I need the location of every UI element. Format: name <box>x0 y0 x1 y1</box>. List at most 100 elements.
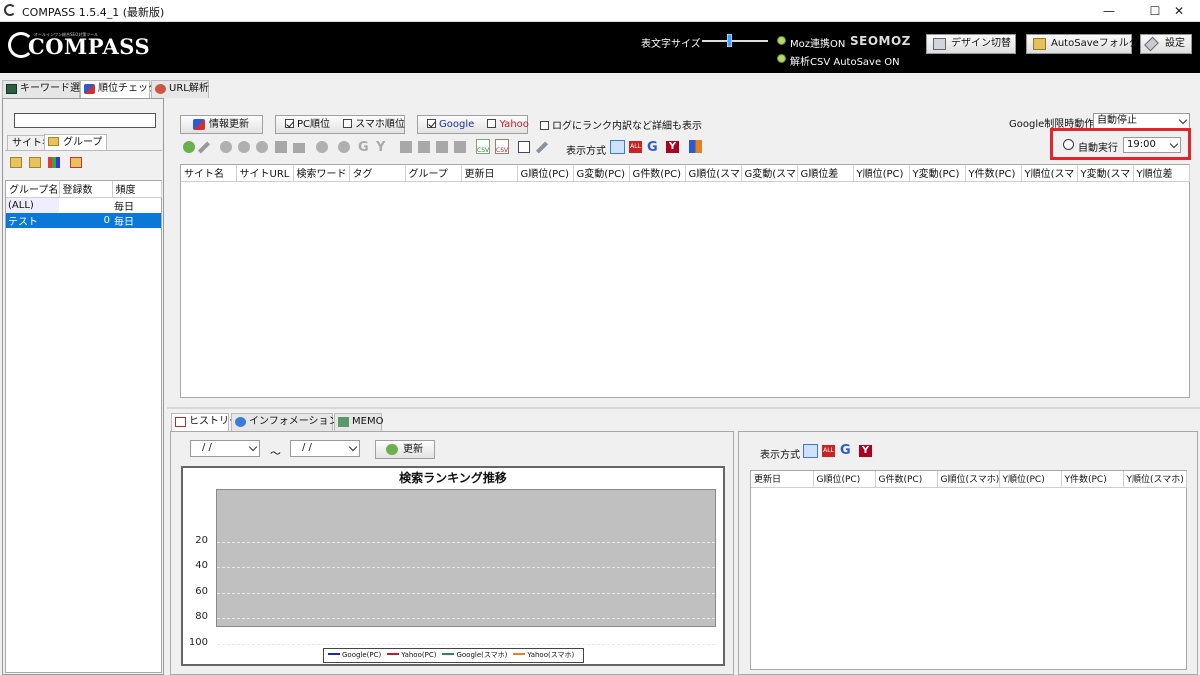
column-header[interactable]: G順位(PC) <box>517 165 574 182</box>
col-registered-count[interactable]: 登録数 <box>59 181 113 198</box>
font-size-slider[interactable] <box>702 40 768 42</box>
tab-group[interactable]: グループ <box>44 134 108 150</box>
column-header[interactable]: 更新日 <box>461 165 518 182</box>
google-limit-select[interactable]: 自動停止 <box>1093 113 1190 129</box>
tab-keyword-selection[interactable]: キーワード選定 <box>2 80 90 98</box>
column-header[interactable]: Y順位(PC) <box>853 165 910 182</box>
page-icon[interactable] <box>418 141 430 153</box>
col-group-name[interactable]: グループ名 <box>6 181 60 198</box>
column-header[interactable]: サイト名 <box>181 165 237 182</box>
google-checkbox[interactable]: Google <box>427 119 474 130</box>
tab-memo[interactable]: MEMO <box>334 413 383 431</box>
chart-icon[interactable] <box>518 141 530 153</box>
design-switch-button[interactable]: デザイン切替 <box>926 34 1016 54</box>
column-header[interactable]: 更新日 <box>751 471 814 488</box>
legend-item: Yahoo(PC) <box>387 651 436 659</box>
google-icon[interactable]: G <box>358 140 369 155</box>
sp-rank-checkbox[interactable]: スマホ順位 <box>343 119 405 130</box>
yahoo-checkbox[interactable]: Yahoo <box>487 119 529 130</box>
column-header[interactable]: G順位差 <box>797 165 854 182</box>
tab-rank-check[interactable]: 順位チェック <box>80 80 158 99</box>
close-button[interactable]: ✕ <box>1156 0 1200 22</box>
auto-run-time-select[interactable]: 19:00 <box>1123 137 1181 153</box>
column-header[interactable]: Y件数(PC) <box>1061 471 1124 488</box>
autosave-folder-button[interactable]: AutoSaveフォルダ <box>1026 34 1139 54</box>
tab-info-log[interactable]: インフォメーション/ログ <box>231 413 362 431</box>
column-header[interactable]: Y変動(PC) <box>909 165 966 182</box>
column-header[interactable]: G順位(PC) <box>813 471 876 488</box>
column-header[interactable]: グループ <box>405 165 462 182</box>
page-icon[interactable] <box>400 141 412 153</box>
date-to-picker[interactable]: / / <box>290 440 360 457</box>
logo-subtitle: オールインワン総合SEO対策ツール <box>34 32 99 37</box>
grid-icon[interactable] <box>275 141 287 153</box>
sort-icon[interactable] <box>689 140 702 153</box>
auto-run-label: 自動実行 <box>1078 143 1118 154</box>
circle-icon[interactable] <box>238 141 250 153</box>
column-header[interactable]: G変動(スマ <box>741 165 798 182</box>
circle-icon[interactable] <box>256 141 268 153</box>
circle-icon[interactable] <box>220 141 232 153</box>
tree-icon[interactable] <box>436 141 448 153</box>
date-range-separator: ～ <box>270 447 281 460</box>
col-frequency[interactable]: 頻度 <box>112 181 162 198</box>
csv-export-icon[interactable]: CSV <box>495 139 509 154</box>
edit-group-icon[interactable] <box>29 157 41 168</box>
pc-rank-checkbox[interactable]: PC順位 <box>285 119 330 130</box>
chart-title: 検索ランキング推移 <box>399 471 507 485</box>
chevron-down-icon <box>1178 115 1188 125</box>
add-group-icon[interactable] <box>10 157 22 168</box>
column-header[interactable]: G件数(PC) <box>629 165 686 182</box>
minimize-button[interactable]: — <box>1086 0 1132 22</box>
tab-url-analysis[interactable]: URL解析 <box>151 80 209 98</box>
tag-icon[interactable] <box>316 141 328 153</box>
add-icon[interactable] <box>183 141 195 153</box>
export-icon[interactable] <box>454 141 466 153</box>
column-header[interactable]: Y順位(PC) <box>999 471 1062 488</box>
site-search-input[interactable] <box>14 113 156 128</box>
display-mode-label-bottom: 表示方式 <box>760 450 800 461</box>
column-header[interactable]: Y順位(スマホ) <box>1123 471 1187 488</box>
csv-import-icon[interactable]: CSV <box>476 139 490 154</box>
column-header[interactable]: Y順位差 <box>1133 165 1190 182</box>
column-header[interactable]: G順位(スマ <box>685 165 742 182</box>
wrench-icon <box>1144 36 1159 52</box>
column-header[interactable]: サイトURL <box>236 165 294 182</box>
delete-group-icon[interactable] <box>70 157 82 168</box>
grid-line <box>217 592 715 594</box>
settings-button[interactable]: 設定 <box>1140 34 1192 54</box>
all-view-icon[interactable]: ALL <box>822 445 835 457</box>
column-header[interactable]: G順位(スマホ) <box>937 471 1000 488</box>
column-header[interactable]: 検索ワード <box>293 165 350 182</box>
chevron-down-icon <box>348 442 358 452</box>
column-header[interactable]: Y件数(PC) <box>965 165 1022 182</box>
all-view-icon[interactable]: ALL <box>629 141 642 153</box>
font-size-slider-thumb[interactable] <box>727 34 732 47</box>
pc-sp-rank-group: PC順位 スマホ順位 <box>275 115 405 134</box>
yahoo-view-icon[interactable]: Y <box>666 141 679 153</box>
table-view-icon[interactable] <box>610 140 625 154</box>
log-detail-checkbox[interactable]: ログにランク内訳など詳細も表示 <box>540 117 702 132</box>
column-header[interactable]: Y変動(スマ <box>1077 165 1134 182</box>
keyword-tab-icon <box>6 84 17 94</box>
group-color-icon[interactable] <box>48 157 60 168</box>
history-update-button[interactable]: 更新 <box>375 440 435 459</box>
google-view-icon[interactable]: G <box>840 443 851 458</box>
table-view-icon[interactable] <box>803 444 818 458</box>
google-view-icon[interactable]: G <box>647 140 658 155</box>
yahoo-view-icon[interactable]: Y <box>859 445 872 457</box>
column-header[interactable]: タグ <box>349 165 406 182</box>
info-update-button[interactable]: 情報更新 <box>180 115 263 134</box>
column-header[interactable]: G変動(PC) <box>573 165 630 182</box>
column-header[interactable]: G件数(PC) <box>875 471 938 488</box>
yahoo-icon[interactable]: Y <box>376 140 385 155</box>
tab-history[interactable]: ヒストリー <box>171 413 239 432</box>
column-header[interactable]: Y順位(スマ <box>1021 165 1078 182</box>
list-item-selected[interactable]: テスト 0 毎日 <box>6 212 161 228</box>
memo-icon <box>338 417 349 427</box>
circle-icon[interactable] <box>338 141 350 153</box>
splitter[interactable] <box>167 407 1200 409</box>
list-item[interactable]: (ALL) 毎日 <box>6 197 161 213</box>
date-from-picker[interactable]: / / <box>190 440 260 457</box>
folder-icon[interactable] <box>293 143 305 153</box>
